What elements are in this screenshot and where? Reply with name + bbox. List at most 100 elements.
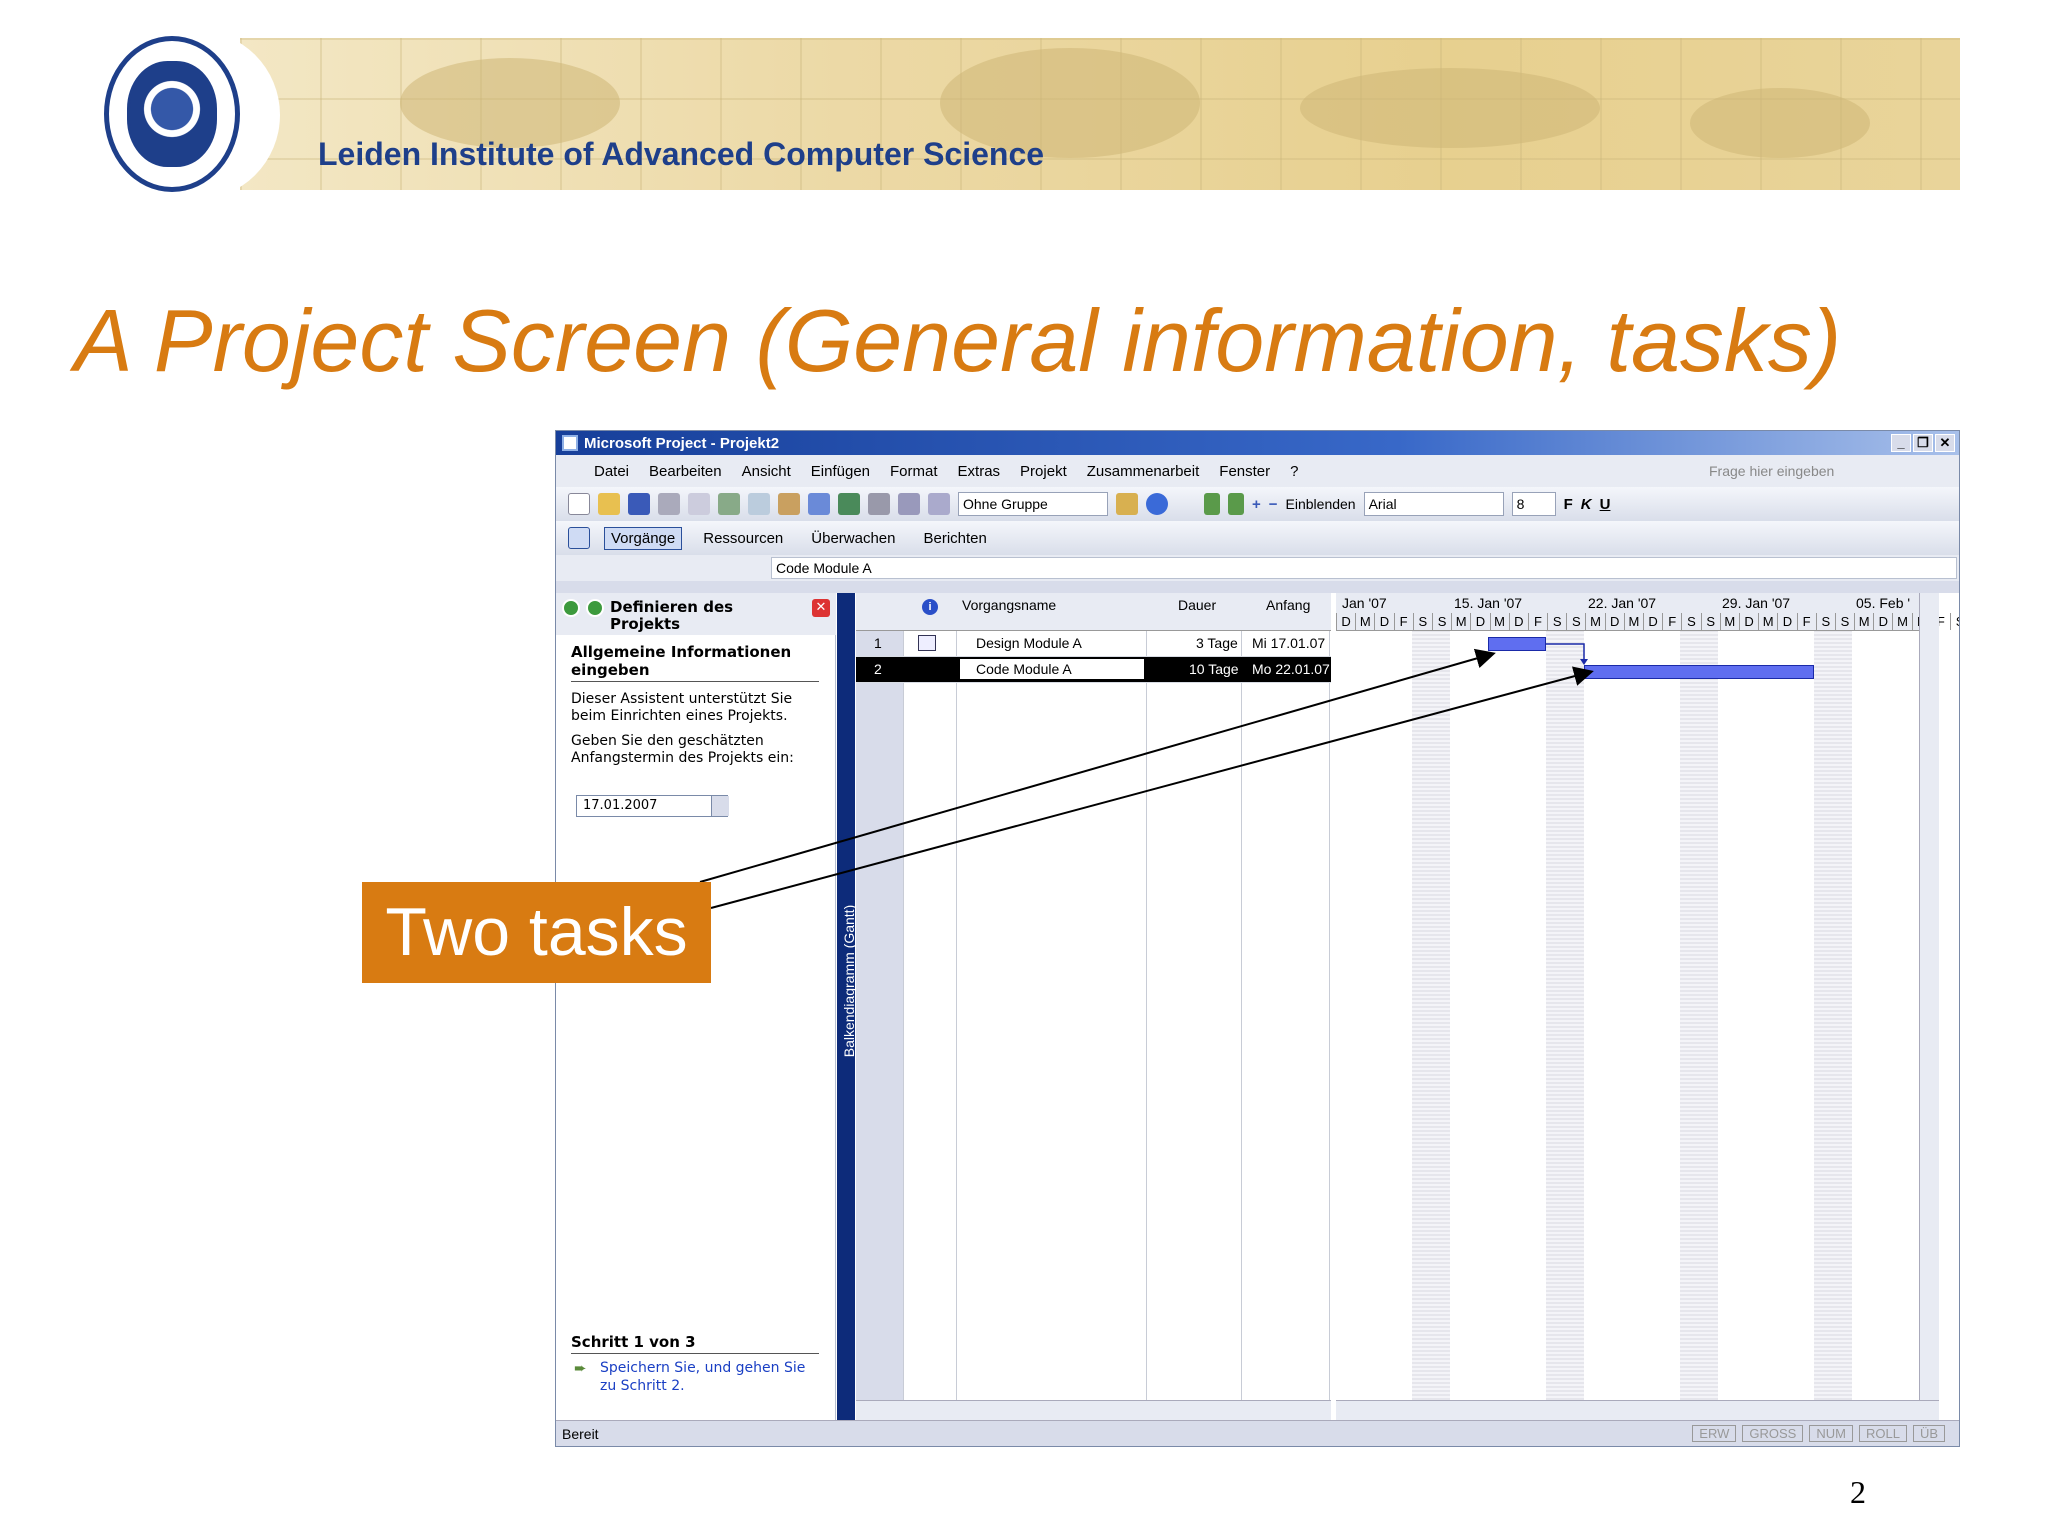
task-pane-text-2: Geben Sie den geschätzten Anfangstermin … bbox=[571, 733, 794, 766]
ms-project-window: Microsoft Project - Projekt2 _ ❐ ✕ Datei… bbox=[555, 430, 1960, 1447]
status-gross: GROSS bbox=[1742, 1425, 1804, 1442]
task-info-icon[interactable] bbox=[928, 493, 950, 515]
gantt-chart: Jan '07 15. Jan '07 22. Jan '07 29. Jan … bbox=[1336, 593, 1959, 1420]
gantt-hscroll[interactable] bbox=[1336, 1400, 1939, 1420]
open-icon[interactable] bbox=[598, 493, 620, 515]
task-name: Design Module A bbox=[976, 635, 1082, 651]
task-pane: Definieren des Projekts ✕ Allgemeine Inf… bbox=[556, 593, 836, 1420]
ask-question-input[interactable]: Frage hier eingeben bbox=[1709, 463, 1899, 479]
save-next-step-link[interactable]: Speichern Sie, und gehen Sie zu Schritt … bbox=[600, 1359, 820, 1395]
restore-button[interactable]: ❐ bbox=[1913, 434, 1933, 452]
forward-icon[interactable] bbox=[586, 599, 604, 617]
group-select[interactable]: Ohne Gruppe bbox=[958, 492, 1108, 516]
assign-icon[interactable] bbox=[1116, 493, 1138, 515]
university-seal-logo bbox=[104, 36, 240, 192]
menu-zusammenarbeit[interactable]: Zusammenarbeit bbox=[1087, 463, 1200, 480]
print-icon[interactable] bbox=[658, 493, 680, 515]
date-dropdown-button[interactable] bbox=[711, 796, 729, 816]
task-table: i Vorgangsname Dauer Anfang 1 Design Mod… bbox=[856, 593, 1331, 1420]
link-tasks-icon[interactable] bbox=[868, 493, 890, 515]
slide: Leiden Institute of Advanced Computer Sc… bbox=[0, 0, 2048, 1536]
standard-toolbar: Ohne Gruppe + − Einblenden Arial 8 F K U bbox=[556, 487, 1959, 521]
bold-button[interactable]: F bbox=[1564, 496, 1573, 513]
main-area: Definieren des Projekts ✕ Allgemeine Inf… bbox=[556, 593, 1959, 1420]
save-icon[interactable] bbox=[628, 493, 650, 515]
menu-bearbeiten[interactable]: Bearbeiten bbox=[649, 463, 722, 480]
minimize-button[interactable]: _ bbox=[1891, 434, 1911, 452]
zoom-out-icon[interactable]: − bbox=[1269, 496, 1278, 513]
status-ready: Bereit bbox=[562, 1425, 599, 1442]
menu-ansicht[interactable]: Ansicht bbox=[742, 463, 791, 480]
row-id: 2 bbox=[874, 661, 882, 677]
entry-field[interactable]: Code Module A bbox=[771, 557, 1957, 579]
table-row[interactable]: 1 Design Module A 3 Tage Mi 17.01.07 bbox=[856, 631, 1331, 657]
task-duration: 10 Tage bbox=[1189, 661, 1239, 677]
table-row[interactable]: 2 Code Module A 10 Tage Mo 22.01.07 bbox=[856, 657, 1331, 683]
italic-button[interactable]: K bbox=[1581, 496, 1592, 513]
status-bar: Bereit ERW GROSS NUM ROLL ÜB bbox=[556, 1420, 1959, 1446]
entry-bar: Code Module A bbox=[556, 555, 1959, 581]
window-title: Microsoft Project - Projekt2 bbox=[584, 434, 780, 452]
col-header-duration[interactable]: Dauer bbox=[1178, 597, 1216, 613]
task-pane-subtitle: Allgemeine Informationen eingeben bbox=[571, 643, 819, 682]
tasks-button[interactable]: Vorgänge bbox=[604, 526, 683, 550]
copy-icon[interactable] bbox=[748, 493, 770, 515]
window-titlebar: Microsoft Project - Projekt2 _ ❐ ✕ bbox=[556, 431, 1959, 455]
task-start: Mo 22.01.07 bbox=[1252, 661, 1330, 677]
paste-icon[interactable] bbox=[778, 493, 800, 515]
menu-fenster[interactable]: Fenster bbox=[1219, 463, 1270, 480]
start-date-field[interactable]: 17.01.2007 bbox=[576, 795, 728, 817]
info-icon: i bbox=[922, 599, 938, 615]
back-icon[interactable] bbox=[562, 599, 580, 617]
new-icon[interactable] bbox=[568, 493, 590, 515]
font-select[interactable]: Arial bbox=[1363, 492, 1504, 516]
zoom-in-icon[interactable]: + bbox=[1252, 496, 1261, 513]
split-icon[interactable] bbox=[898, 493, 920, 515]
track-button[interactable]: Überwachen bbox=[804, 527, 902, 550]
menu-help[interactable]: ? bbox=[1290, 463, 1298, 480]
task-start: Mi 17.01.07 bbox=[1252, 635, 1326, 651]
close-pane-icon[interactable]: ✕ bbox=[812, 599, 830, 617]
show-menu[interactable]: Einblenden bbox=[1286, 496, 1356, 512]
font-size-select[interactable]: 8 bbox=[1511, 492, 1556, 516]
help-icon[interactable] bbox=[1146, 493, 1168, 515]
institute-name: Leiden Institute of Advanced Computer Sc… bbox=[318, 136, 1045, 172]
status-roll: ROLL bbox=[1858, 1425, 1907, 1442]
page-number: 2 bbox=[1850, 1474, 1866, 1510]
dependency-link bbox=[1546, 643, 1588, 665]
task-name[interactable]: Code Module A bbox=[959, 658, 1145, 680]
step-label: Schritt 1 von 3 bbox=[571, 1333, 819, 1354]
day-label: S bbox=[1950, 613, 1959, 630]
preview-icon[interactable] bbox=[688, 493, 710, 515]
scroll-back-icon[interactable] bbox=[1204, 493, 1220, 515]
underline-button[interactable]: U bbox=[1600, 496, 1611, 513]
menu-datei[interactable]: Datei bbox=[594, 463, 629, 480]
table-hscroll[interactable] bbox=[856, 1400, 1331, 1420]
status-ueb: ÜB bbox=[1912, 1425, 1945, 1442]
hyperlink-icon[interactable] bbox=[838, 493, 860, 515]
view-bar[interactable]: Balkendiagramm (Gantt) bbox=[837, 593, 857, 1420]
project-guide-toolbar: Vorgänge Ressourcen Überwachen Berichten bbox=[556, 521, 1959, 555]
menu-format[interactable]: Format bbox=[890, 463, 938, 480]
undo-icon[interactable] bbox=[808, 493, 830, 515]
task-pane-title: Definieren des Projekts bbox=[610, 598, 734, 633]
spellcheck-icon[interactable] bbox=[718, 493, 740, 515]
menu-projekt[interactable]: Projekt bbox=[1020, 463, 1067, 480]
menu-einfuegen[interactable]: Einfügen bbox=[811, 463, 870, 480]
scroll-forward-icon[interactable] bbox=[1228, 493, 1244, 515]
col-header-start[interactable]: Anfang bbox=[1266, 597, 1310, 613]
close-button[interactable]: ✕ bbox=[1935, 434, 1955, 452]
menu-extras[interactable]: Extras bbox=[958, 463, 1001, 480]
view-label: Balkendiagramm (Gantt) bbox=[841, 904, 857, 1058]
slide-title: A Project Screen (General information, t… bbox=[74, 291, 1842, 390]
task-pane-text-1: Dieser Assistent unterstützt Sie beim Ei… bbox=[571, 691, 793, 724]
resources-button[interactable]: Ressourcen bbox=[696, 527, 790, 550]
gantt-vscroll[interactable] bbox=[1919, 593, 1939, 1420]
status-erw: ERW bbox=[1692, 1425, 1737, 1442]
guide-icon[interactable] bbox=[568, 527, 590, 549]
report-button[interactable]: Berichten bbox=[917, 527, 994, 550]
app-icon bbox=[562, 435, 578, 451]
col-header-name[interactable]: Vorgangsname bbox=[962, 597, 1056, 613]
two-tasks-callout: Two tasks bbox=[362, 882, 711, 983]
calendar-icon bbox=[918, 635, 936, 651]
